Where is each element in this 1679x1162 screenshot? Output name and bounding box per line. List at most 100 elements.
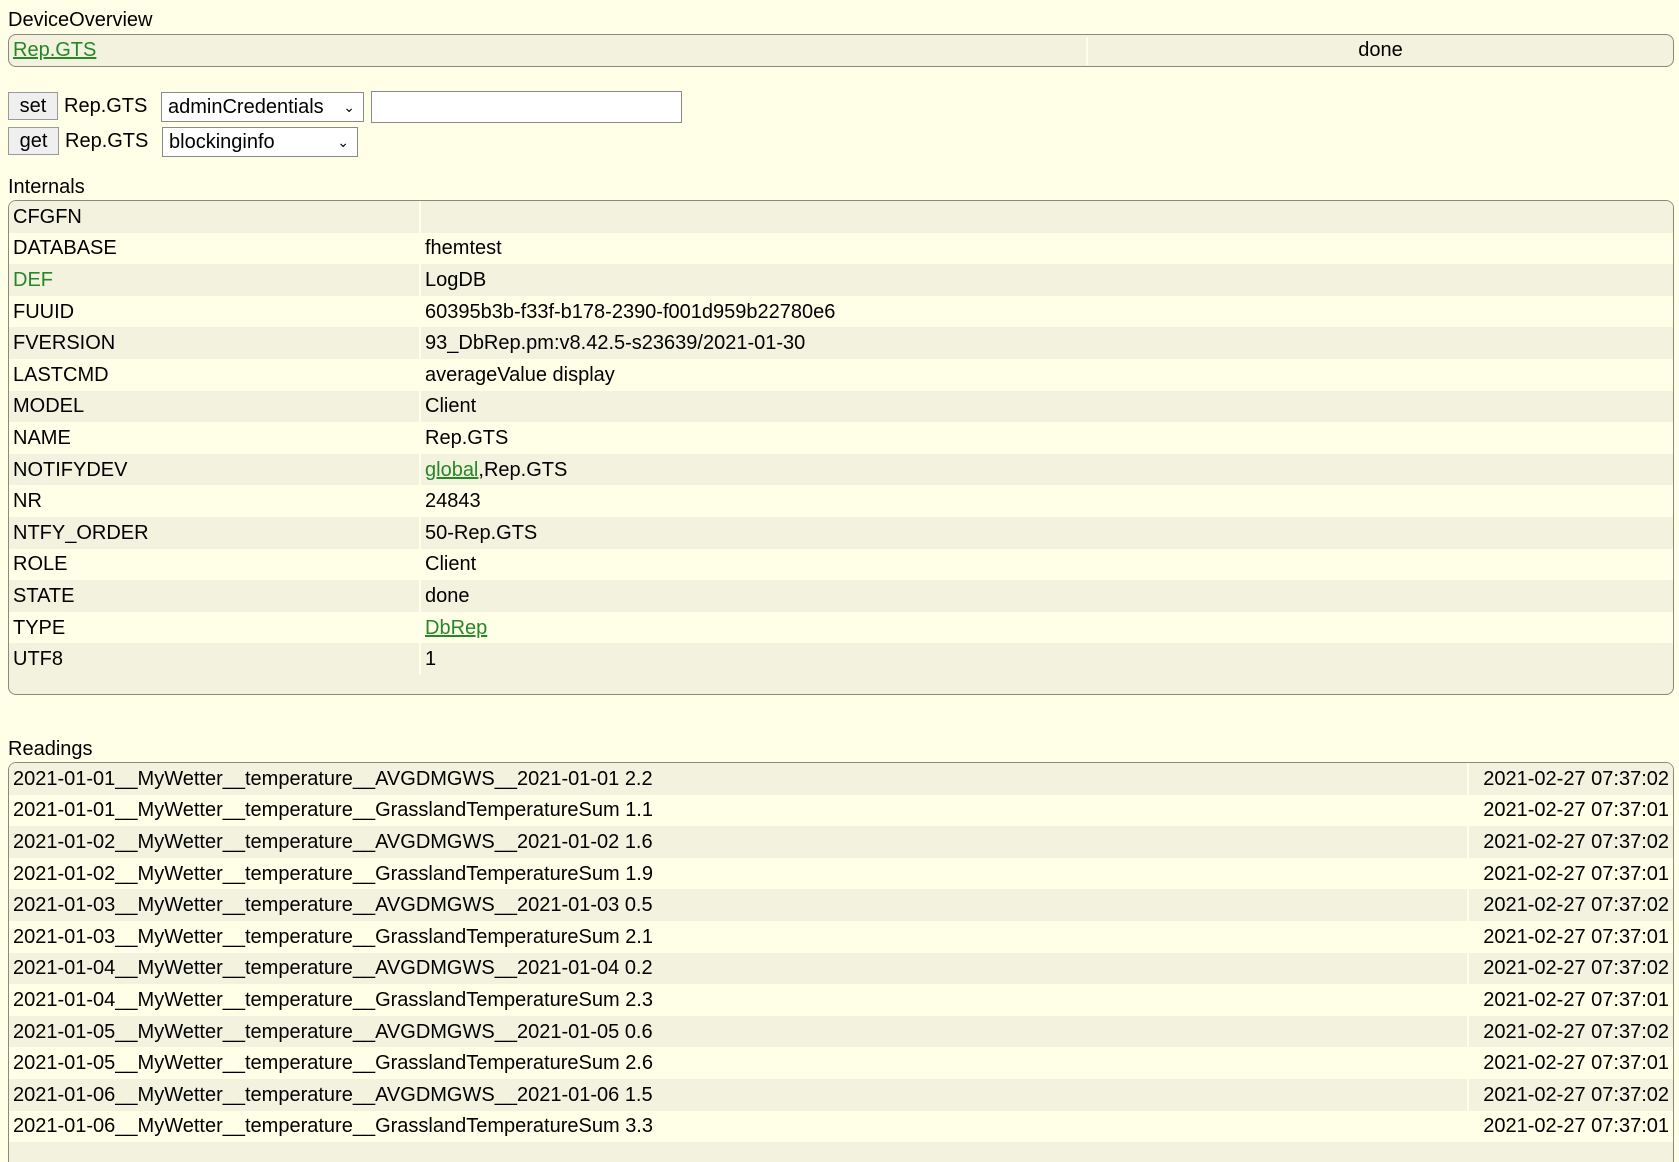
internal-value: DbRep (420, 611, 1673, 644)
internals-panel: CFGFN DATABASE fhemtest DEF LogDB FUUID 60395b… (8, 200, 1674, 695)
reading-value: 0.2 (624, 957, 653, 980)
internal-row: UTF8 1 (9, 643, 1673, 675)
device-overview-title: DeviceOverview (8, 9, 153, 31)
internal-row: STATE done (9, 580, 1673, 612)
internal-value: fhemtest (420, 232, 1673, 265)
set-attribute-select[interactable]: adminCredentials ⌄ (161, 92, 364, 122)
reading-name-value: 2021-01-03__MyWetter__temperature__AVGDM… (9, 889, 1468, 921)
reading-name-value: 2021-01-04__MyWetter__temperature__Grass… (9, 984, 1468, 1016)
set-command-row: set Rep.GTS adminCredentials ⌄ (8, 91, 708, 123)
reading-timestamp: 2021-02-27 07:37:02 (1467, 1015, 1673, 1048)
internal-value: global,Rep.GTS (420, 453, 1673, 486)
reading-row: 2021-01-05__MyWetter__temperature__Grass… (9, 1047, 1673, 1079)
internal-row: NOTIFYDEV global,Rep.GTS (9, 453, 1673, 486)
internal-key: NR (9, 485, 421, 517)
reading-timestamp: 2021-02-27 07:37:02 (1467, 1078, 1673, 1111)
reading-name-value: 2021-01-03__MyWetter__temperature__Grass… (9, 920, 1468, 953)
reading-name: 2021-01-02__MyWetter__temperature__Grass… (13, 862, 620, 885)
internal-key: MODEL (9, 390, 421, 423)
get-attribute-select[interactable]: blockinginfo ⌄ (162, 127, 358, 157)
reading-timestamp: 2021-02-27 07:37:02 (1467, 763, 1673, 795)
reading-name-value: 2021-01-06__MyWetter__temperature__AVGDM… (9, 1078, 1468, 1111)
internal-value-text: ,Rep.GTS (478, 458, 568, 481)
internal-row: TYPE DbRep (9, 611, 1673, 644)
reading-row: 2021-01-04__MyWetter__temperature__Grass… (9, 984, 1673, 1016)
device-state: done (1358, 39, 1403, 61)
set-value-input[interactable] (371, 91, 682, 123)
reading-timestamp: 2021-02-27 07:37:01 (1467, 1047, 1673, 1079)
reading-timestamp: 2021-02-27 07:37:02 (1467, 952, 1673, 985)
internal-key: FUUID (9, 295, 421, 328)
internal-value: 50-Rep.GTS (420, 516, 1673, 549)
reading-name: 2021-01-06__MyWetter__temperature__Grass… (13, 1115, 620, 1138)
reading-timestamp: 2021-02-27 07:37:01 (1467, 920, 1673, 953)
reading-name-value: 2021-01-06__MyWetter__temperature__Grass… (9, 1110, 1468, 1143)
internal-row: MODEL Client (9, 390, 1673, 423)
internal-value-link[interactable]: DbRep (425, 617, 487, 639)
internal-key: DEF (9, 264, 421, 296)
internal-row: DEF LogDB (9, 264, 1673, 296)
reading-name: 2021-01-03__MyWetter__temperature__Grass… (13, 925, 620, 948)
reading-value: 0.6 (624, 1020, 653, 1043)
reading-value: 0.5 (624, 894, 653, 917)
chevron-down-icon: ⌄ (343, 99, 355, 115)
reading-name: 2021-01-06__MyWetter__temperature__AVGDM… (13, 1083, 620, 1106)
reading-row: 2021-01-02__MyWetter__temperature__Grass… (9, 857, 1673, 890)
reading-row: 2021-01-02__MyWetter__temperature__AVGDM… (9, 826, 1673, 858)
reading-row: 2021-01-06__MyWetter__temperature__AVGDM… (9, 1078, 1673, 1111)
internal-value (420, 201, 1673, 233)
reading-value: 1.9 (625, 862, 653, 885)
reading-name: 2021-01-05__MyWetter__temperature__AVGDM… (13, 1020, 620, 1043)
reading-value: 1.1 (625, 799, 653, 822)
internals-table: CFGFN DATABASE fhemtest DEF LogDB FUUID 60395b… (9, 201, 1673, 675)
internal-row: NR 24843 (9, 485, 1673, 517)
internal-value-link[interactable]: global (425, 459, 478, 481)
reading-value: 2.2 (624, 767, 653, 790)
internal-value: Client (420, 390, 1673, 423)
reading-row: 2021-01-03__MyWetter__temperature__AVGDM… (9, 889, 1673, 921)
internal-value: 93_DbRep.pm:v8.42.5-s23639/2021-01-30 (420, 327, 1673, 359)
reading-row: 2021-01-04__MyWetter__temperature__AVGDM… (9, 952, 1673, 985)
reading-timestamp: 2021-02-27 07:37:01 (1467, 984, 1673, 1016)
reading-name: 2021-01-01__MyWetter__temperature__AVGDM… (13, 767, 620, 790)
internal-key: DATABASE (9, 232, 421, 265)
get-button[interactable]: get (8, 127, 59, 155)
internal-value: done (420, 580, 1673, 612)
internal-row: CFGFN (9, 201, 1673, 233)
internal-row: FVERSION 93_DbRep.pm:v8.42.5-s23639/2021-… (9, 327, 1673, 359)
set-button[interactable]: set (8, 92, 58, 120)
internal-row: NAME Rep.GTS (9, 422, 1673, 454)
device-link[interactable]: Rep.GTS (13, 38, 96, 62)
get-attribute-value: blockinginfo (169, 131, 275, 153)
reading-row: 2021-01-05__MyWetter__temperature__AVGDM… (9, 1015, 1673, 1048)
readings-table: 2021-01-01__MyWetter__temperature__AVGDM… (9, 763, 1673, 1143)
reading-name-value: 2021-01-02__MyWetter__temperature__Grass… (9, 857, 1468, 890)
internal-key: ROLE (9, 548, 421, 581)
internal-key: NTFY_ORDER (9, 516, 421, 549)
reading-timestamp: 2021-02-27 07:37:02 (1467, 889, 1673, 921)
reading-value: 1.5 (624, 1083, 653, 1106)
internal-key: UTF8 (9, 643, 421, 675)
internal-key: TYPE (9, 611, 421, 644)
reading-row: 2021-01-01__MyWetter__temperature__Grass… (9, 794, 1673, 827)
set-device-label: Rep.GTS (64, 95, 148, 117)
reading-value: 2.1 (625, 925, 653, 948)
internal-value: 60395b3b-f33f-b178-2390-f001d959b22780e6 (420, 295, 1673, 328)
reading-name-value: 2021-01-01__MyWetter__temperature__AVGDM… (9, 763, 1468, 795)
reading-name: 2021-01-05__MyWetter__temperature__Grass… (13, 1052, 620, 1075)
internal-key: NOTIFYDEV (9, 453, 421, 486)
reading-timestamp: 2021-02-27 07:37:01 (1467, 857, 1673, 890)
get-device-label: Rep.GTS (65, 130, 149, 152)
internal-row: LASTCMD averageValue display (9, 358, 1673, 391)
reading-row: 2021-01-01__MyWetter__temperature__AVGDM… (9, 763, 1673, 795)
reading-name-value: 2021-01-02__MyWetter__temperature__AVGDM… (9, 826, 1468, 858)
reading-name-value: 2021-01-05__MyWetter__temperature__AVGDM… (9, 1015, 1468, 1048)
internal-key: STATE (9, 580, 421, 612)
internal-key: FVERSION (9, 327, 421, 359)
reading-name: 2021-01-03__MyWetter__temperature__AVGDM… (13, 894, 620, 917)
internal-value: LogDB (420, 264, 1673, 296)
reading-timestamp: 2021-02-27 07:37:01 (1467, 794, 1673, 827)
internal-row: FUUID 60395b3b-f33f-b178-2390-f001d959b22… (9, 295, 1673, 328)
reading-row: 2021-01-03__MyWetter__temperature__Grass… (9, 920, 1673, 953)
reading-value: 1.6 (624, 830, 653, 853)
